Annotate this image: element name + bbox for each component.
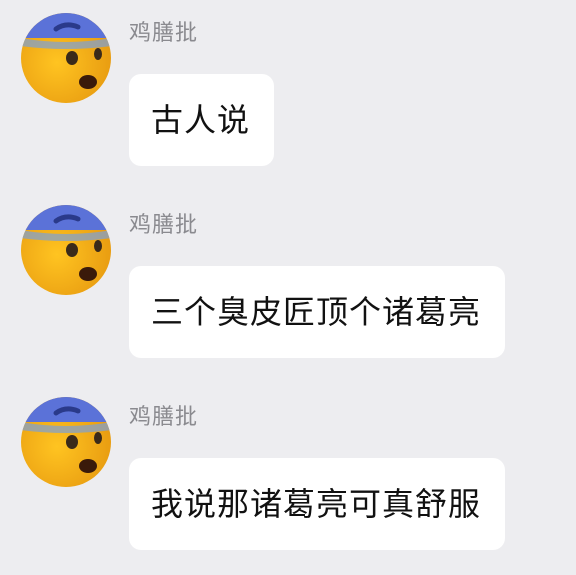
message-bubble[interactable]: 古人说: [129, 74, 275, 166]
sender-avatar[interactable]: [20, 204, 112, 296]
shocked-emoji-face-icon: [21, 13, 111, 103]
sender-name: 鸡膳批: [129, 21, 199, 46]
message-bubble[interactable]: 三个臭皮匠顶个诸葛亮: [129, 266, 506, 358]
sender-name: 鸡膳批: [129, 213, 199, 238]
sender-avatar[interactable]: [20, 12, 112, 104]
shocked-emoji-face-icon: [21, 205, 111, 295]
message-bubble[interactable]: 我说那诸葛亮可真舒服: [129, 458, 506, 550]
chat-message-list: 鸡膳批 古人说 鸡膳批 三个臭皮匠顶个诸葛亮 鸡膳批 我说那诸葛亮可真舒服: [0, 0, 576, 575]
sender-name: 鸡膳批: [129, 405, 199, 430]
shocked-emoji-face-icon: [21, 397, 111, 487]
sender-avatar[interactable]: [20, 396, 112, 488]
